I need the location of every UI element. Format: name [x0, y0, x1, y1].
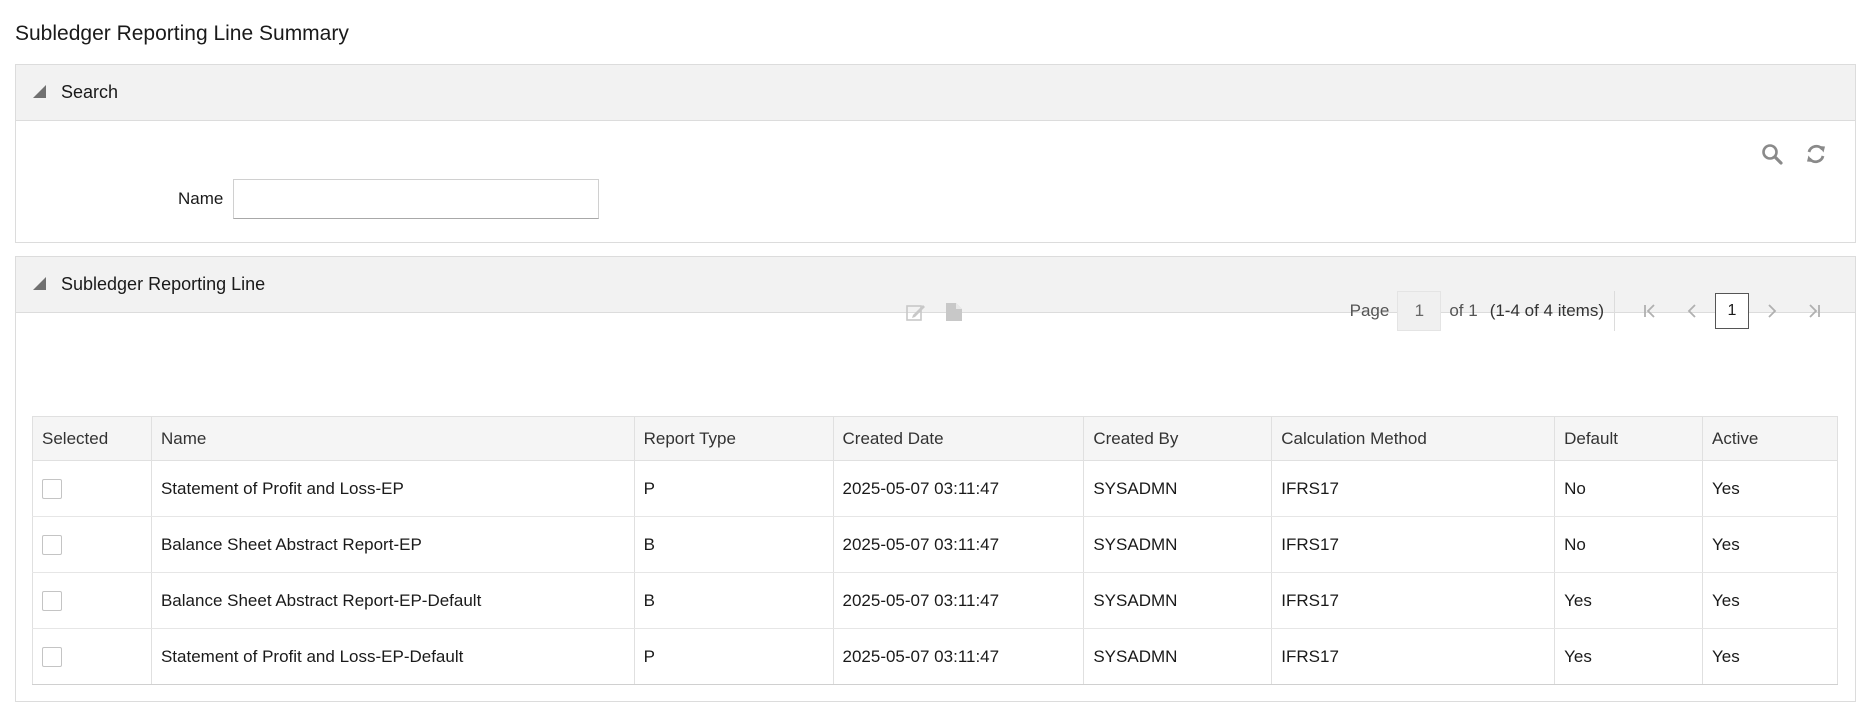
page-title: Subledger Reporting Line Summary	[15, 22, 349, 45]
collapse-triangle-icon[interactable]	[33, 276, 46, 290]
cell-created-date: 2025-05-07 03:11:47	[832, 460, 1085, 517]
search-panel-title: Search	[61, 82, 119, 102]
cell-name: Balance Sheet Abstract Report-EP	[150, 516, 635, 573]
cell-active: Yes	[1702, 460, 1838, 517]
row-select-cell	[32, 460, 152, 517]
cell-active: Yes	[1702, 628, 1838, 685]
row-checkbox[interactable]	[42, 478, 62, 499]
page-number-input[interactable]: 1	[1397, 291, 1442, 331]
column-header-report-type[interactable]: Report Type	[633, 416, 834, 461]
row-select-cell	[32, 516, 152, 573]
cell-active: Yes	[1702, 516, 1838, 573]
name-filter-row: Name	[178, 179, 600, 219]
cell-created-date: 2025-05-07 03:11:47	[832, 516, 1085, 573]
cell-default: Yes	[1554, 628, 1704, 685]
search-icon[interactable]	[1761, 143, 1783, 165]
row-select-cell	[32, 628, 152, 685]
refresh-icon[interactable]	[1805, 143, 1827, 165]
cell-created-date: 2025-05-07 03:11:47	[832, 628, 1085, 685]
search-panel-header[interactable]: Search	[16, 65, 1855, 121]
column-header-default[interactable]: Default	[1554, 416, 1704, 461]
column-header-created-date[interactable]: Created Date	[832, 416, 1085, 461]
table-row[interactable]: Statement of Profit and Loss-EP-Default …	[32, 628, 1838, 685]
cell-created-date: 2025-05-07 03:11:47	[832, 572, 1085, 629]
cell-name: Balance Sheet Abstract Report-EP-Default	[150, 572, 635, 629]
pagination: Page 1 of 1 (1-4 of 4 items) 1	[1350, 291, 1835, 331]
cell-created-by: SYSADMN	[1083, 460, 1273, 517]
document-icon[interactable]	[943, 301, 965, 323]
column-header-name[interactable]: Name	[150, 416, 635, 461]
cell-calculation-method: IFRS17	[1271, 460, 1556, 517]
cell-report-type: B	[633, 572, 834, 629]
search-tools	[1761, 143, 1827, 165]
pager-divider	[1614, 291, 1615, 331]
cell-name: Statement of Profit and Loss-EP	[150, 460, 635, 517]
cell-default: No	[1554, 460, 1704, 517]
previous-page-icon[interactable]	[1671, 291, 1713, 331]
last-page-icon[interactable]	[1793, 291, 1835, 331]
page-label: Page	[1349, 301, 1390, 320]
search-panel: Search Name	[15, 64, 1856, 243]
name-label: Name	[178, 189, 224, 208]
row-checkbox[interactable]	[42, 646, 62, 667]
cell-calculation-method: IFRS17	[1271, 516, 1556, 573]
reporting-line-panel-title: Subledger Reporting Line	[61, 274, 266, 294]
table-header-row: Selected Name Report Type Created Date C…	[32, 416, 1838, 461]
cell-report-type: P	[633, 628, 834, 685]
row-select-cell	[32, 572, 152, 629]
current-page-indicator[interactable]: 1	[1715, 293, 1749, 329]
items-count-label: (1-4 of 4 items)	[1489, 301, 1604, 320]
first-page-icon[interactable]	[1629, 291, 1671, 331]
table-row[interactable]: Balance Sheet Abstract Report-EP B 2025-…	[32, 516, 1838, 573]
column-header-calculation-method[interactable]: Calculation Method	[1271, 416, 1556, 461]
cell-active: Yes	[1702, 572, 1838, 629]
cell-default: No	[1554, 516, 1704, 573]
column-header-active[interactable]: Active	[1702, 416, 1838, 461]
column-header-created-by[interactable]: Created By	[1083, 416, 1273, 461]
cell-default: Yes	[1554, 572, 1704, 629]
cell-report-type: P	[633, 460, 834, 517]
row-checkbox[interactable]	[42, 534, 62, 555]
row-checkbox[interactable]	[42, 590, 62, 611]
cell-calculation-method: IFRS17	[1271, 572, 1556, 629]
table-row[interactable]: Statement of Profit and Loss-EP P 2025-0…	[32, 460, 1838, 517]
name-search-input[interactable]	[233, 179, 600, 219]
reporting-line-panel: Subledger Reporting Line Page 1 of 1 (1-…	[15, 256, 1856, 702]
table-toolbar	[905, 301, 965, 323]
column-header-selected[interactable]: Selected	[32, 416, 152, 461]
page-of-label: of 1	[1449, 301, 1478, 320]
cell-calculation-method: IFRS17	[1271, 628, 1556, 685]
cell-created-by: SYSADMN	[1083, 572, 1273, 629]
collapse-triangle-icon[interactable]	[33, 84, 46, 98]
edit-icon[interactable]	[905, 301, 927, 323]
table-row[interactable]: Balance Sheet Abstract Report-EP-Default…	[32, 572, 1838, 629]
cell-created-by: SYSADMN	[1083, 628, 1273, 685]
cell-report-type: B	[633, 516, 834, 573]
next-page-icon[interactable]	[1751, 291, 1793, 331]
cell-name: Statement of Profit and Loss-EP-Default	[150, 628, 635, 685]
cell-created-by: SYSADMN	[1083, 516, 1273, 573]
reporting-line-table: Selected Name Report Type Created Date C…	[32, 416, 1838, 685]
